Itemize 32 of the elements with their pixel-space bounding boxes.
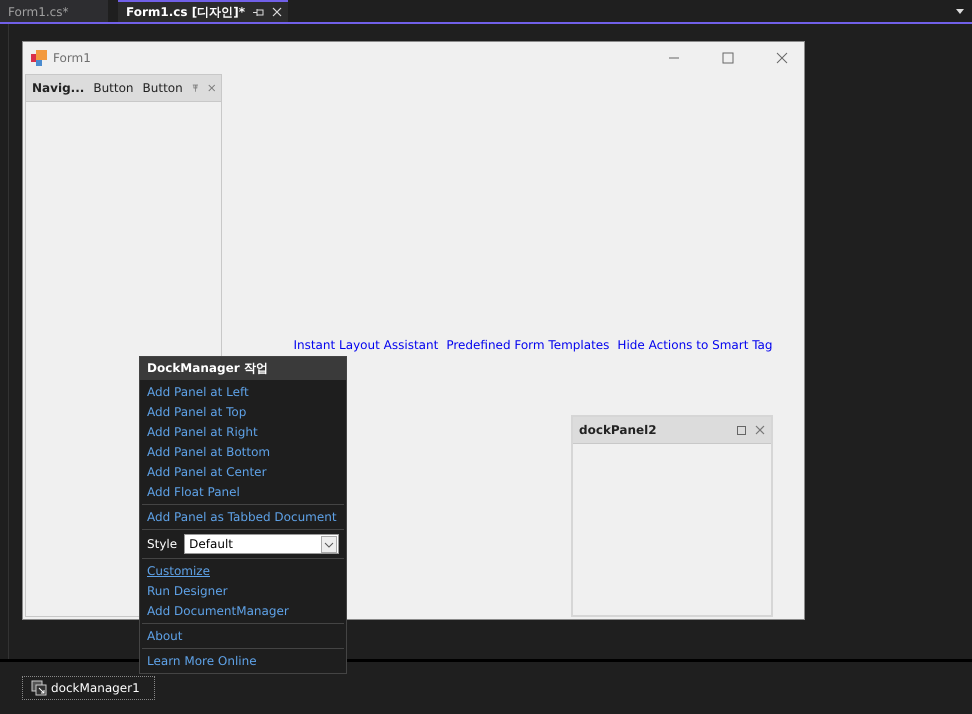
panel-header-button[interactable]: Button xyxy=(142,81,183,95)
caret-icon xyxy=(321,536,337,552)
menu-action-link[interactable]: Add Panel at Center xyxy=(142,462,344,482)
dropdown-icon[interactable] xyxy=(956,9,964,14)
menu-action-link[interactable]: Add Float Panel xyxy=(142,482,344,502)
menu-action-link[interactable]: Run Designer xyxy=(142,581,344,601)
menu-action-link[interactable]: Learn More Online xyxy=(142,651,344,671)
menu-action-link[interactable]: About xyxy=(142,626,344,646)
panel-header-button[interactable]: Button xyxy=(93,81,134,95)
window-title: Form1 xyxy=(53,51,92,65)
menu-action-link[interactable]: Add Panel at Right xyxy=(142,422,344,442)
style-label: Style xyxy=(147,537,178,551)
component-icon xyxy=(31,680,47,696)
menu-action-link[interactable]: Add Panel at Left xyxy=(142,382,344,402)
style-dropdown[interactable]: Default xyxy=(184,534,339,554)
menu-action-link[interactable]: Customize xyxy=(142,561,344,581)
document-tab[interactable]: Form1.cs* xyxy=(0,0,108,22)
app-icon xyxy=(31,50,47,66)
close-icon[interactable] xyxy=(776,52,788,64)
menu-action-link[interactable]: Add Panel at Top xyxy=(142,402,344,422)
panel-title: dockPanel2 xyxy=(579,423,658,437)
menu-action-link[interactable]: Add DocumentManager xyxy=(142,601,344,621)
maximize-icon[interactable] xyxy=(722,52,734,64)
menu-action-link[interactable]: Add Panel as Tabbed Document xyxy=(142,507,344,527)
maximize-icon[interactable] xyxy=(737,426,746,434)
menu-action-link[interactable]: Add Panel at Bottom xyxy=(142,442,344,462)
designer-link[interactable]: Instant Layout Assistant xyxy=(293,338,438,352)
menu-title: DockManager 작업 xyxy=(140,357,346,380)
panel-title: Navig... xyxy=(32,81,84,95)
designer-link[interactable]: Hide Actions to Smart Tag xyxy=(617,338,773,352)
component-tray-item[interactable]: dockManager1 xyxy=(22,676,155,700)
designer-link[interactable]: Predefined Form Templates xyxy=(446,338,610,352)
